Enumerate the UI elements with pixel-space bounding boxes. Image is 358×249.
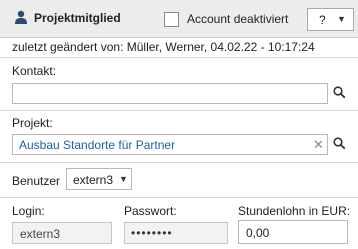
divider: [0, 197, 358, 198]
divider: [0, 110, 358, 111]
search-icon: [333, 86, 346, 99]
account-deactivated-checkbox[interactable]: [164, 12, 179, 27]
chevron-down-icon: ▼: [337, 14, 346, 24]
projekt-link[interactable]: Ausbau Standorte für Partner: [19, 138, 175, 152]
person-icon: [15, 10, 27, 24]
passwort-label: Passwort:: [124, 204, 177, 218]
close-icon[interactable]: ✕: [313, 137, 324, 153]
kontakt-search-button[interactable]: [329, 83, 350, 103]
kontakt-input[interactable]: [12, 83, 328, 104]
projekt-label: Projekt:: [12, 116, 53, 130]
page-title: Projektmitglied: [34, 11, 121, 25]
stundenlohn-value: 0,00: [246, 226, 270, 240]
projekt-search-button[interactable]: [329, 134, 350, 154]
benutzer-label: Benutzer: [12, 174, 61, 188]
benutzer-dropdown[interactable]: extern3 ▼: [66, 168, 132, 190]
projekt-input[interactable]: Ausbau Standorte für Partner ✕: [12, 134, 328, 155]
stundenlohn-input[interactable]: 0,00: [238, 220, 348, 244]
chevron-down-icon: ▼: [119, 174, 128, 184]
divider: [0, 162, 358, 163]
login-value: extern3: [20, 227, 61, 241]
help-label: ?: [319, 13, 326, 27]
password-value: ••••••••: [131, 226, 173, 240]
kontakt-label: Kontakt:: [12, 64, 57, 78]
last-changed-text: zuletzt geändert von: Müller, Werner, 04…: [12, 40, 315, 54]
account-deactivated-label[interactable]: Account deaktiviert: [187, 12, 288, 26]
stundenlohn-label: Stundenlohn in EUR:: [238, 204, 351, 218]
dialog-header: Projektmitglied Account deaktiviert ? ▼: [0, 0, 358, 38]
search-icon: [333, 137, 346, 150]
login-label: Login:: [12, 204, 45, 218]
password-field[interactable]: ••••••••: [124, 222, 228, 244]
login-field: extern3: [12, 222, 112, 244]
help-dropdown[interactable]: ? ▼: [307, 8, 354, 31]
divider: [0, 57, 358, 58]
benutzer-value: extern3: [73, 173, 114, 187]
